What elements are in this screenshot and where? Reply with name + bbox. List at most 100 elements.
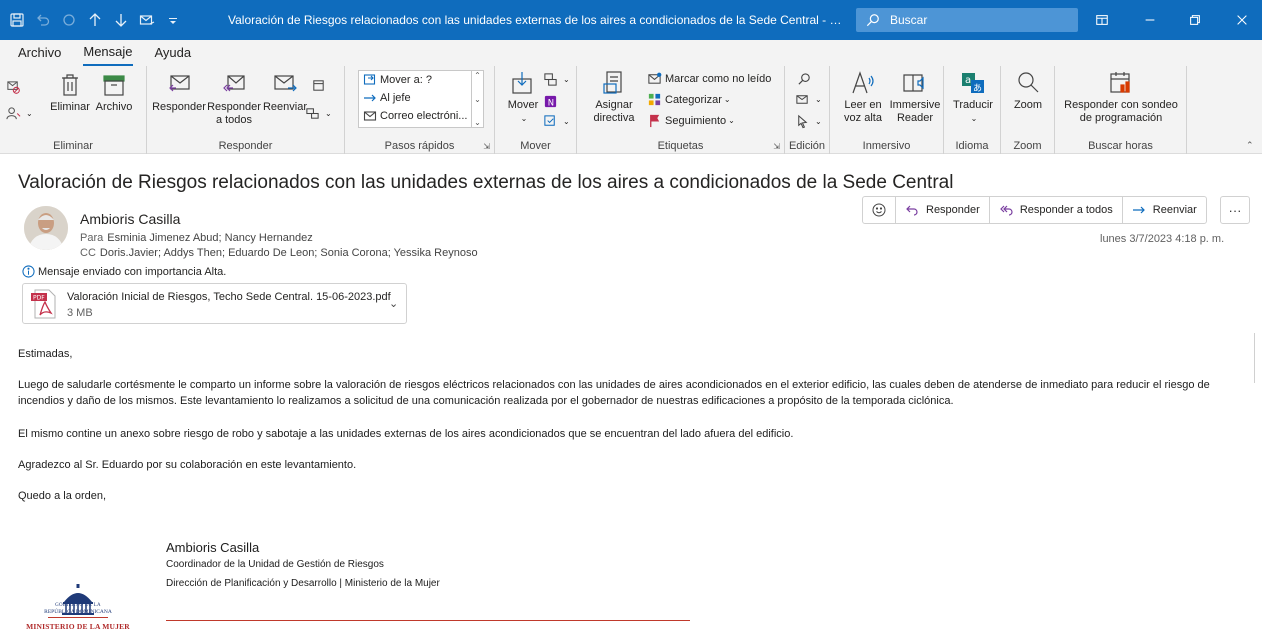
envelope-action-icon[interactable] bbox=[134, 0, 160, 40]
move-button[interactable]: Mover ⌄ bbox=[503, 70, 543, 125]
tab-mensaje[interactable]: Mensaje bbox=[83, 40, 133, 67]
read-aloud-button[interactable]: Leer en voz alta bbox=[838, 70, 888, 125]
redo-icon[interactable] bbox=[56, 0, 82, 40]
window-title: Valoración de Riesgos relacionados con l… bbox=[228, 13, 848, 27]
logo-text-republica: REPÚBLICA DOMINICANA bbox=[44, 609, 112, 615]
dialog-launcher-icon[interactable]: ⇲ bbox=[773, 142, 780, 151]
zoom-button[interactable]: Zoom bbox=[1007, 70, 1049, 112]
group-label-edicion: Edición bbox=[788, 140, 826, 152]
group-etiquetas: Asignar directiva Marcar como no leído C… bbox=[577, 66, 785, 154]
signature-title: Coordinador de la Unidad de Gestión de R… bbox=[166, 559, 384, 570]
translate-button[interactable]: aあ Traducir ⌄ bbox=[950, 70, 996, 125]
rules-icon[interactable]: ⌄ bbox=[543, 72, 570, 87]
chevron-down-icon[interactable]: ⌄ bbox=[389, 297, 398, 310]
svg-text:N: N bbox=[548, 97, 554, 107]
cc-recipients[interactable]: Doris.Javier; Addys Then; Eduardo De Leo… bbox=[100, 247, 478, 259]
minimize-icon[interactable] bbox=[1130, 0, 1170, 40]
menu-tabs: Archivo Mensaje Ayuda bbox=[0, 40, 1262, 67]
reply-action-button[interactable]: Responder bbox=[896, 197, 990, 223]
group-label-zoom: Zoom bbox=[1013, 140, 1042, 152]
undo-icon[interactable] bbox=[30, 0, 56, 40]
scheduling-poll-button[interactable]: Responder con sondeo de programación bbox=[1061, 70, 1181, 125]
cleanup-icon[interactable]: ⌄ bbox=[6, 106, 33, 121]
body-paragraph-1: Luego de saludarle cortésmente le compar… bbox=[18, 379, 1210, 407]
immersive-reader-button[interactable]: Immersive Reader bbox=[888, 70, 942, 125]
reply-button[interactable]: Responder bbox=[151, 72, 207, 114]
immersive-reader-icon bbox=[903, 74, 924, 92]
ignore-icon[interactable] bbox=[6, 80, 24, 95]
attachment-size: 3 MB bbox=[67, 307, 93, 319]
related-icon[interactable]: ⌄ bbox=[795, 92, 822, 107]
reply-all-arrow-icon bbox=[999, 205, 1013, 216]
assign-policy-button[interactable]: Asignar directiva bbox=[585, 70, 643, 125]
message-date: lunes 3/7/2023 4:18 p. m. bbox=[1100, 233, 1225, 245]
forward-icon bbox=[274, 75, 297, 92]
actions-icon[interactable]: ⌄ bbox=[543, 114, 570, 129]
read-aloud-icon bbox=[852, 71, 874, 94]
svg-text:PDF: PDF bbox=[33, 295, 45, 302]
to-line: Para Esminia Jimenez Abud; Nancy Hernande… bbox=[80, 232, 313, 244]
archive-icon bbox=[103, 75, 125, 96]
close-icon[interactable] bbox=[1222, 0, 1262, 40]
recipients: Para Esminia Jimenez Abud; Nancy Hernande… bbox=[80, 231, 478, 261]
info-icon bbox=[22, 265, 35, 278]
arrow-down-icon[interactable] bbox=[108, 0, 134, 40]
cc-line: CC Doris.Javier; Addys Then; Eduardo De L… bbox=[80, 247, 478, 259]
scrollbar-track[interactable] bbox=[1254, 333, 1255, 383]
emoji-reaction-button[interactable] bbox=[863, 197, 896, 223]
reply-all-icon bbox=[223, 75, 245, 92]
save-icon[interactable] bbox=[4, 0, 30, 40]
attachment-card[interactable]: PDF Valoración Inicial de Riesgos, Techo… bbox=[22, 283, 407, 324]
forward-button[interactable]: Reenviar bbox=[261, 72, 309, 114]
ribbon-display-icon[interactable] bbox=[1082, 0, 1122, 40]
dialog-launcher-icon[interactable]: ⇲ bbox=[483, 142, 490, 151]
group-label-eliminar: Eliminar bbox=[53, 140, 93, 152]
reply-all-button[interactable]: Responder a todos bbox=[205, 72, 263, 127]
sender-name[interactable]: Ambioris Casilla bbox=[80, 211, 180, 227]
customize-toolbar-icon[interactable] bbox=[160, 0, 186, 40]
find-icon[interactable] bbox=[797, 72, 815, 87]
svg-text:a: a bbox=[965, 75, 971, 86]
reply-all-action-button[interactable]: Responder a todos bbox=[990, 197, 1123, 223]
logo-divider bbox=[48, 617, 108, 618]
body-paragraph-2: El mismo contine un anexo sobre riesgo d… bbox=[18, 428, 794, 440]
archive-button[interactable]: Archivo bbox=[92, 72, 136, 114]
tab-archivo[interactable]: Archivo bbox=[18, 41, 61, 65]
logo-text-ministerio: MINISTERIO DE LA MUJER bbox=[26, 622, 130, 631]
select-icon[interactable]: ⌄ bbox=[795, 114, 822, 129]
policy-icon bbox=[603, 71, 622, 94]
pdf-icon: PDF bbox=[31, 289, 56, 319]
search-box[interactable]: Buscar bbox=[856, 8, 1078, 32]
categorize-button[interactable]: Categorizar ⌄ bbox=[647, 92, 731, 107]
arrow-up-icon[interactable] bbox=[82, 0, 108, 40]
group-inmersivo: Leer en voz alta Immersive Reader Inmers… bbox=[830, 66, 944, 154]
quick-steps-scroll[interactable]: ⌃ ⌄ ⌄ bbox=[471, 71, 483, 127]
zoom-icon bbox=[1018, 72, 1039, 93]
tab-ayuda[interactable]: Ayuda bbox=[155, 41, 192, 65]
delete-button[interactable]: Eliminar bbox=[48, 72, 92, 114]
group-eliminar: ⌄ Eliminar Archivo Eliminar bbox=[0, 66, 147, 154]
signature-divider bbox=[166, 620, 690, 621]
message-actions: Responder Responder a todos Reenviar bbox=[862, 196, 1207, 224]
more-reply-options[interactable]: ⌄ bbox=[305, 106, 332, 121]
onenote-icon[interactable]: N bbox=[543, 94, 561, 109]
group-idioma: aあ Traducir ⌄ Idioma bbox=[944, 66, 1001, 154]
more-actions-button[interactable]: ··· bbox=[1220, 196, 1250, 224]
quick-step-move[interactable]: Mover a: ? bbox=[359, 71, 483, 89]
quick-steps-list[interactable]: Mover a: ? Al jefe Correo electróni... ⌃… bbox=[358, 70, 484, 128]
meeting-reply-icon[interactable] bbox=[311, 78, 329, 93]
to-recipients[interactable]: Esminia Jimenez Abud; Nancy Hernandez bbox=[107, 232, 312, 244]
ribbon: ⌄ Eliminar Archivo Eliminar Responder Re… bbox=[0, 66, 1262, 154]
mark-unread-button[interactable]: Marcar como no leído bbox=[647, 71, 771, 86]
group-label-idioma: Idioma bbox=[955, 140, 989, 152]
collapse-ribbon-icon[interactable]: ⌃ bbox=[1246, 140, 1254, 151]
smiley-icon bbox=[872, 203, 886, 217]
reply-icon bbox=[169, 75, 190, 92]
followup-button[interactable]: Seguimiento ⌄ bbox=[647, 113, 735, 128]
logo-text-gobierno: GOBIERNO DE LA bbox=[55, 603, 101, 608]
restore-icon[interactable] bbox=[1175, 0, 1215, 40]
forward-action-button[interactable]: Reenviar bbox=[1123, 197, 1206, 223]
quick-step-boss[interactable]: Al jefe bbox=[359, 89, 483, 107]
group-label-mover: Mover bbox=[520, 140, 551, 152]
quick-step-email[interactable]: Correo electróni... bbox=[359, 107, 483, 125]
